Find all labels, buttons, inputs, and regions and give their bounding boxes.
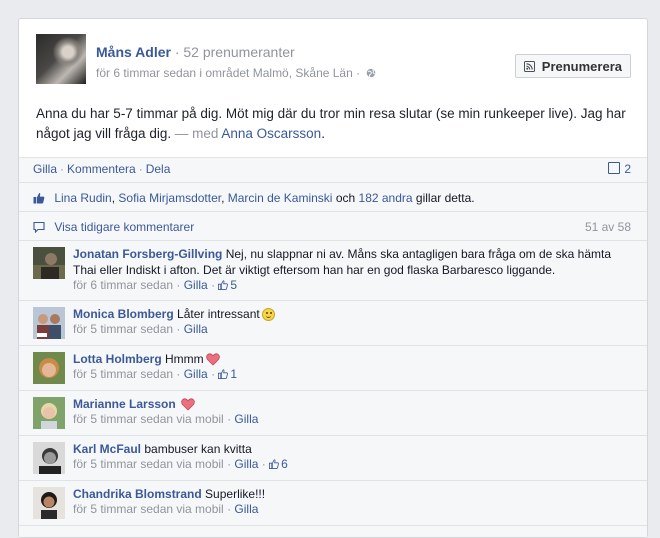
liker-name[interactable]: Sofia Mirjamsdotter (118, 191, 221, 205)
heart-icon (181, 397, 195, 411)
comment-item: Lotta Holmberg Hmmm för 5 timmar sedan ·… (19, 346, 647, 391)
post-timestamp-location[interactable]: för 6 timmar sedan i området Malmö, Skån… (96, 66, 360, 80)
comment-like-button[interactable]: Gilla (234, 412, 258, 426)
comment-meta: för 5 timmar sedan via mobil · Gilla (73, 412, 259, 426)
comment-like-count[interactable]: 1 (218, 367, 237, 381)
likes-summary: Lina Rudin, Sofia Mirjamsdotter, Marcin … (19, 183, 647, 212)
avatar[interactable] (33, 306, 65, 339)
comment-author[interactable]: Jonatan Forsberg-Gillving (73, 247, 222, 261)
comment-timestamp[interactable]: för 5 timmar sedan (73, 322, 173, 336)
smile-emoji-icon (261, 307, 275, 321)
comment-meta: för 5 timmar sedan via mobil · Gilla (73, 502, 259, 516)
comment-like-button[interactable]: Gilla (234, 502, 258, 516)
likes-suffix: gillar detta. (415, 191, 475, 205)
author-avatar[interactable] (36, 34, 86, 84)
comment-text: bambuser kan kvitta (144, 441, 252, 456)
comment-like-count[interactable]: 5 (218, 278, 237, 292)
globe-icon[interactable] (366, 68, 376, 78)
comment-author[interactable]: Chandrika Blomstrand (73, 487, 202, 501)
thumbs-up-icon (218, 280, 229, 290)
comment-item: Chandrika Blomstrand Superlike!!! för 5 … (19, 481, 647, 526)
comment-item: Marianne Larsson för 5 timmar sedan via … (19, 391, 647, 436)
avatar[interactable] (33, 486, 65, 519)
comment-timestamp[interactable]: för 5 timmar sedan via mobil (73, 502, 224, 516)
comment-meta: för 5 timmar sedan · Gilla (73, 322, 208, 336)
tagged-period: . (321, 126, 325, 141)
comment-bubble-icon (608, 162, 621, 174)
view-previous-comments[interactable]: Visa tidigare kommentarer (54, 220, 194, 234)
heart-icon (205, 352, 220, 366)
likes-others-link[interactable]: 182 andra (359, 191, 413, 205)
comment-like-button[interactable]: Gilla (234, 457, 258, 471)
avatar[interactable] (33, 351, 65, 384)
comment-item: Karl McFaul bambuser kan kvitta för 5 ti… (19, 436, 647, 481)
post-text: Anna du har 5-7 timmar på dig. Möt mig d… (36, 104, 636, 144)
comment-meta: för 6 timmar sedan · Gilla · 5 (73, 278, 238, 292)
liker-name[interactable]: Marcin de Kaminski (228, 191, 333, 205)
comment-button[interactable]: Kommentera (67, 162, 136, 176)
previous-comments-row: Visa tidigare kommentarer 51 av 58 (19, 212, 647, 241)
comment-like-count[interactable]: 6 (269, 457, 288, 471)
share-button[interactable]: Dela (146, 162, 171, 176)
comment-bubble-icon (33, 221, 45, 233)
comment-author[interactable]: Lotta Holmberg (73, 352, 162, 366)
comment-timestamp[interactable]: för 6 timmar sedan (73, 278, 173, 292)
comment-meta: för 5 timmar sedan via mobil · Gilla · 6 (73, 457, 288, 471)
post-card: Måns Adler · 52 prenumeranter för 6 timm… (18, 18, 648, 538)
author-line: Måns Adler · 52 prenumeranter (96, 44, 295, 60)
post-header: Måns Adler · 52 prenumeranter för 6 timm… (36, 34, 631, 88)
avatar[interactable] (33, 396, 65, 429)
comment-author[interactable]: Monica Blomberg (73, 307, 174, 321)
comment-like-value: 5 (230, 278, 238, 292)
subscribe-label: Prenumerera (541, 59, 622, 74)
comment-timestamp[interactable]: för 5 timmar sedan (73, 367, 173, 381)
comment-text: Låter intressant (177, 306, 260, 321)
feedback-section: Gilla · Kommentera · Dela 2 Lina Rudin, Sofi… (19, 157, 647, 537)
comment-item: Monica Blomberg Låter intressant för 5 t… (19, 301, 647, 346)
comment-meta: för 5 timmar sedan · Gilla · 1 (73, 367, 238, 381)
comment-like-value: 6 (281, 457, 288, 471)
comment-author[interactable]: Karl McFaul (73, 442, 141, 456)
comment-like-button[interactable]: Gilla (184, 278, 208, 292)
post-actions: Gilla · Kommentera · Dela 2 (19, 158, 647, 183)
likes-and: och (335, 191, 356, 205)
comment-author[interactable]: Marianne Larsson (73, 397, 176, 411)
thumbs-up-icon (33, 192, 45, 204)
comment-text: Superlike!!! (205, 486, 266, 501)
comment-like-button[interactable]: Gilla (184, 367, 208, 381)
subscribe-button[interactable]: Prenumerera (514, 54, 631, 78)
comment-count-value: 2 (624, 162, 631, 176)
comment-count[interactable]: 2 (608, 158, 631, 180)
rss-icon (523, 61, 535, 72)
comment-like-value: 1 (230, 367, 238, 381)
with-label: — med (174, 126, 219, 141)
avatar[interactable] (33, 441, 65, 474)
like-button[interactable]: Gilla (33, 162, 57, 176)
liker-name[interactable]: Lina Rudin (54, 191, 111, 205)
avatar[interactable] (33, 247, 65, 279)
comment-pagination: 51 av 58 (584, 220, 631, 234)
comment-like-button[interactable]: Gilla (184, 322, 208, 336)
subscriber-count[interactable]: · 52 prenumeranter (175, 44, 295, 60)
thumbs-up-icon (269, 459, 279, 469)
tagged-person[interactable]: Anna Oscarsson (221, 126, 321, 141)
thumbs-up-icon (218, 369, 229, 379)
author-name[interactable]: Måns Adler (96, 44, 171, 60)
comment-timestamp[interactable]: för 5 timmar sedan via mobil (73, 412, 224, 426)
post-body: Anna du har 5-7 timmar på dig. Möt mig d… (36, 106, 626, 141)
comment-timestamp[interactable]: för 5 timmar sedan via mobil (73, 457, 224, 471)
comment-text: Hmmm (165, 351, 204, 366)
comment-item: Jonatan Forsberg-Gillving Nej, nu slappn… (19, 241, 647, 301)
post-meta: för 6 timmar sedan i området Malmö, Skån… (96, 66, 376, 80)
